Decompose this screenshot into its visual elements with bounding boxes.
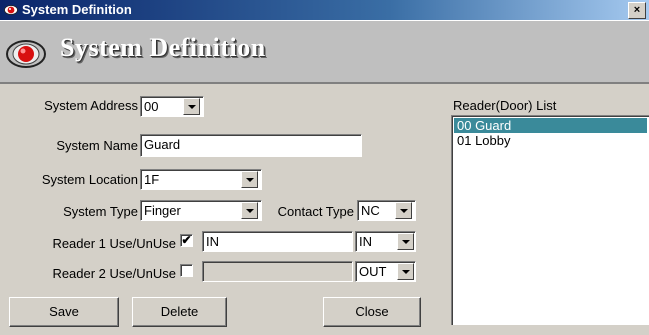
reader1-direction-dropdown-button[interactable] (397, 233, 414, 250)
window-title: System Definition (22, 2, 132, 17)
reader-list-label: Reader(Door) List (453, 98, 557, 113)
reader2-direction-dropdown-button[interactable] (397, 263, 414, 280)
system-address-dropdown-button[interactable] (183, 98, 200, 115)
close-button[interactable]: Close (323, 297, 421, 327)
close-window-button[interactable]: × (628, 2, 646, 19)
system-location-label: System Location (41, 172, 138, 187)
system-type-dropdown-button[interactable] (241, 202, 258, 219)
save-button[interactable]: Save (9, 297, 119, 327)
eye-logo-icon (6, 40, 46, 68)
system-type-label: System Type (63, 204, 138, 219)
reader-list[interactable]: 00 Guard 01 Lobby (451, 115, 649, 325)
system-address-label: System Address (44, 98, 138, 113)
reader1-use-checkbox[interactable]: ✔ (180, 234, 193, 247)
title-bar: System Definition × (0, 0, 649, 20)
list-item-reader[interactable]: 01 Lobby (454, 133, 647, 148)
reader2-name-input[interactable] (202, 261, 353, 282)
reader1-name-input[interactable]: IN (202, 231, 353, 252)
reader2-use-checkbox[interactable] (180, 264, 193, 277)
contact-type-label: Contact Type (277, 204, 354, 219)
list-item-reader[interactable]: 00 Guard (454, 118, 647, 133)
app-eye-icon (4, 5, 18, 15)
reader1-label: Reader 1 Use/UnUse (52, 236, 176, 251)
contact-type-dropdown-button[interactable] (395, 202, 412, 219)
system-name-input[interactable]: Guard (140, 134, 362, 157)
reader2-label: Reader 2 Use/UnUse (52, 266, 176, 281)
banner-title: System Definition (60, 33, 266, 62)
header-banner: System Definition (0, 20, 649, 84)
system-location-dropdown-button[interactable] (241, 171, 258, 188)
system-name-label: System Name (56, 138, 138, 153)
delete-button[interactable]: Delete (132, 297, 227, 327)
